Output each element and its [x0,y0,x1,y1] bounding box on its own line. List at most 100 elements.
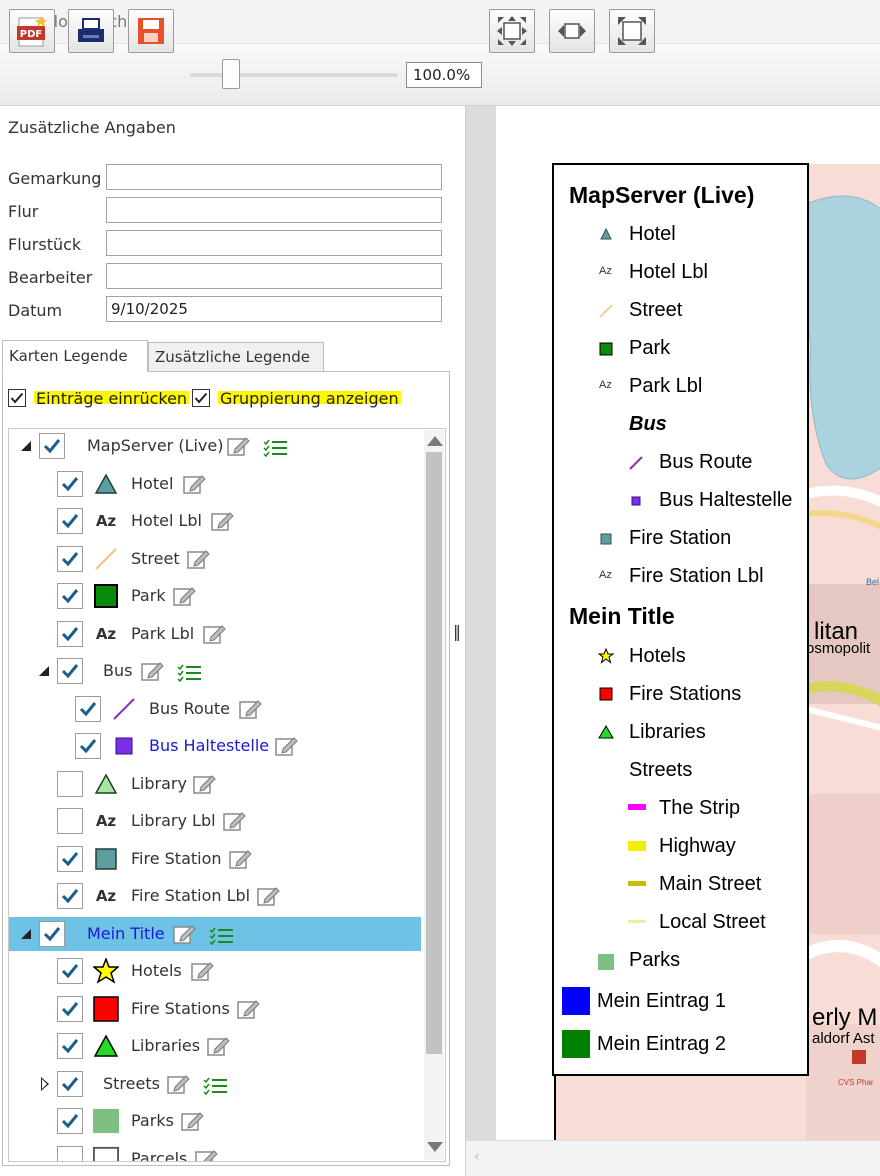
save-icon [138,18,164,44]
edit-icon[interactable] [187,548,211,570]
scroll-down-arrow-icon[interactable] [427,1142,443,1152]
tree-row[interactable]: Fire Station [9,842,421,876]
edit-icon[interactable] [195,1148,219,1161]
edit-icon[interactable] [191,960,215,982]
group-list-icon[interactable] [263,437,289,458]
layer-checkbox[interactable] [57,583,83,609]
layer-checkbox[interactable] [57,846,83,872]
edit-icon[interactable] [167,1073,191,1095]
scroll-up-arrow-icon[interactable] [427,436,443,446]
tree-row[interactable]: MapServer (Live) [9,429,421,463]
layer-checkbox[interactable] [57,1108,83,1134]
layer-checkbox[interactable] [57,546,83,572]
layer-checkbox[interactable] [57,1146,83,1161]
tree-row[interactable]: Az Fire Station Lbl [9,879,421,913]
tree-row[interactable]: Hotels [9,954,421,988]
group-option[interactable]: Gruppierung anzeigen [192,386,401,410]
edit-icon[interactable] [223,810,247,832]
tab-zusaetzliche-legende[interactable]: Zusätzliche Legende [148,342,324,372]
group-list-icon[interactable] [209,925,235,946]
bearbeiter-input[interactable] [106,263,442,289]
layer-checkbox[interactable] [57,658,83,684]
export-pdf-button[interactable]: PDF [9,9,55,53]
tree-row[interactable]: Mein Title [9,917,421,951]
fit-page-button[interactable] [489,9,535,53]
expand-open-icon[interactable] [21,441,31,451]
edit-icon[interactable] [173,923,197,945]
preview-horizontal-scrollbar[interactable]: ‹ [466,1140,880,1176]
edit-icon[interactable] [227,435,251,457]
layer-checkbox[interactable] [57,771,83,797]
tree-row[interactable]: Az Library Lbl [9,804,421,838]
edit-icon[interactable] [193,773,217,795]
flur-input[interactable] [106,197,442,223]
group-list-icon[interactable] [203,1075,229,1096]
tree-scroll-thumb[interactable] [426,452,442,1054]
layer-checkbox[interactable] [57,958,83,984]
layer-tree[interactable]: MapServer (Live) Hotel Az Hotel Lbl Street Pa… [8,428,446,1162]
checkbox-indent[interactable] [8,389,26,407]
layer-checkbox[interactable] [75,696,101,722]
print-button[interactable] [68,9,114,53]
group-list-icon[interactable] [177,662,203,683]
tree-row[interactable]: Fire Stations [9,992,421,1026]
edit-icon[interactable] [183,473,207,495]
edit-icon[interactable] [203,623,227,645]
tree-row[interactable]: Parks [9,1104,421,1138]
flurstueck-input[interactable] [106,230,442,256]
tree-row[interactable]: Bus Haltestelle [9,729,421,763]
gemarkung-input[interactable] [106,164,442,190]
legend-item: Hotels [629,645,686,667]
layer-checkbox[interactable] [39,433,65,459]
layer-checkbox[interactable] [57,508,83,534]
expand-closed-inner [42,1079,47,1089]
edit-icon[interactable] [141,660,165,682]
expand-open-icon[interactable] [21,929,31,939]
tree-row[interactable]: Street [9,542,421,576]
layer-checkbox[interactable] [57,808,83,834]
expand-open-icon[interactable] [39,666,49,676]
edit-icon[interactable] [211,510,235,532]
layer-checkbox[interactable] [57,883,83,909]
layer-checkbox[interactable] [57,1071,83,1097]
edit-icon[interactable] [229,848,253,870]
checkbox-group[interactable] [192,389,210,407]
scroll-left-arrow-icon[interactable]: ‹ [474,1149,480,1165]
zoom-slider-thumb[interactable] [222,59,240,89]
tree-row[interactable]: Az Hotel Lbl [9,504,421,538]
edit-icon[interactable] [275,735,299,757]
edit-icon[interactable] [237,998,261,1020]
tree-row[interactable]: Library [9,767,421,801]
tree-row[interactable]: Bus [9,654,421,688]
tree-row[interactable]: Libraries [9,1029,421,1063]
tree-row[interactable]: Parcels [9,1142,421,1161]
edit-icon[interactable] [181,1110,205,1132]
splitter[interactable] [466,106,496,1176]
indent-option[interactable]: Einträge einrücken [8,386,190,410]
layer-checkbox[interactable] [75,733,101,759]
datum-input[interactable] [106,296,442,322]
save-button[interactable] [128,9,174,53]
tree-row[interactable]: Hotel [9,467,421,501]
layer-checkbox[interactable] [57,996,83,1022]
layer-checkbox[interactable] [39,921,65,947]
legend-item: Bus Route [659,451,753,473]
label-az-icon: Az [95,512,117,530]
bus-route-line-icon [629,456,643,470]
edit-icon[interactable] [257,885,281,907]
edit-icon[interactable] [173,585,197,607]
fit-width-button[interactable] [549,9,595,53]
layer-checkbox[interactable] [57,471,83,497]
edit-icon[interactable] [207,1035,231,1057]
tree-row[interactable]: Streets [9,1067,421,1101]
splitter-grip-icon[interactable]: ‖ [453,622,461,641]
fit-all-button[interactable] [609,9,655,53]
tab-karten-legende[interactable]: Karten Legende [2,340,148,372]
tree-row[interactable]: Park [9,579,421,613]
zoom-input[interactable] [406,62,482,88]
tree-row[interactable]: Az Park Lbl [9,617,421,651]
tree-row[interactable]: Bus Route [9,692,421,726]
edit-icon[interactable] [239,698,263,720]
layer-checkbox[interactable] [57,1033,83,1059]
layer-checkbox[interactable] [57,621,83,647]
